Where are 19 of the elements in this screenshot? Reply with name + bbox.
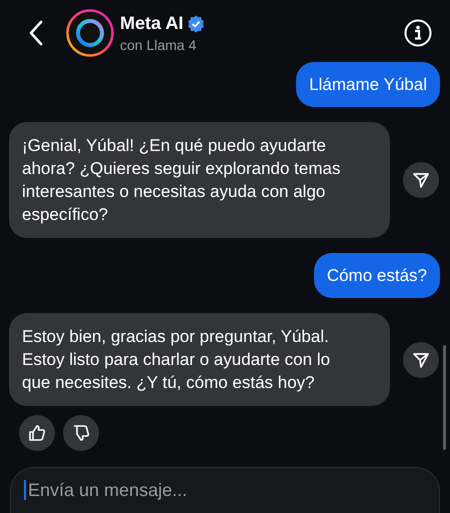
info-icon[interactable] [404, 19, 432, 47]
thumbs-down-icon [72, 424, 90, 442]
received-message: Estoy bien, gracias por preguntar, Yúbal. Estoy listo para charlar o ayudarte con lo que necesites. ¿Y tú, cómo estás hoy? [9, 313, 390, 406]
ring-logo-icon [66, 9, 114, 57]
sent-message: Cómo estás? [314, 253, 440, 298]
back-icon[interactable] [29, 20, 43, 46]
received-message: ¡Genial, Yúbal! ¿En qué puedo ayudarte ahora? ¿Quieres seguir explorando temas interesantes o necesitas ayuda con algo específico? [9, 122, 390, 238]
contact-subtitle: con Llama 4 [120, 37, 196, 53]
thumbs-up-icon [28, 424, 46, 442]
sent-message: Llámame Yúbal [296, 62, 440, 107]
like-button[interactable] [19, 415, 55, 451]
send-icon [412, 171, 430, 189]
contact-name: Meta AI [120, 13, 184, 34]
send-icon [412, 350, 430, 368]
message-input[interactable]: Envía un mensaje... [10, 467, 440, 513]
dislike-button[interactable] [63, 415, 99, 451]
text-cursor [24, 480, 26, 500]
share-button[interactable] [403, 342, 439, 378]
share-button[interactable] [403, 162, 439, 198]
